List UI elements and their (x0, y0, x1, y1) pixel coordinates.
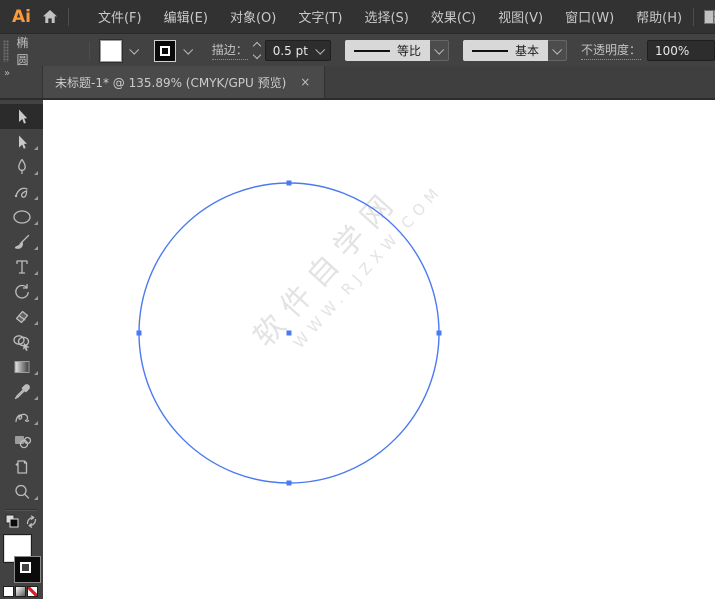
stroke-color-dropdown[interactable] (179, 41, 196, 60)
paintbrush-tool[interactable] (0, 229, 43, 254)
menu-item-edit[interactable]: 编辑(E) (153, 0, 219, 33)
stepper-up-icon (252, 41, 261, 51)
brush-definition-value: 基本 (514, 44, 539, 58)
opacity-label[interactable]: 不透明度： (580, 41, 641, 60)
chevron-cell (429, 40, 449, 61)
menu-item-view[interactable]: 视图(V) (487, 0, 554, 33)
rotate-tool[interactable] (0, 279, 43, 304)
menu-bar-items: 文件(F) 编辑(E) 对象(O) 文字(T) 选择(S) 效果(C) 视图(V) 窗口(W)… (87, 0, 693, 33)
color-mode-buttons (0, 586, 43, 597)
illustrator-window: Ai 文件(F) 编辑(E) 对象(O) 文字(T) 选择(S) 效果(C) 视图(V) 窗口… (0, 0, 715, 599)
direct-selection-tool[interactable] (0, 129, 43, 154)
document-tab-title: 未标题-1* @ 135.89% (CMYK/GPU 预览) (55, 75, 287, 90)
document-tab[interactable]: 未标题-1* @ 135.89% (CMYK/GPU 预览) × (43, 66, 326, 98)
menu-item-window[interactable]: 窗口(W) (554, 0, 625, 33)
fill-color-dropdown[interactable] (125, 41, 142, 60)
brush-definition-preview: 基本 (462, 40, 548, 61)
menu-separator (67, 7, 69, 26)
chevron-cell (547, 40, 567, 61)
pen-tool[interactable] (0, 154, 43, 179)
panel-grip-icon[interactable] (3, 39, 9, 62)
tab-bar: » 未标题-1* @ 135.89% (CMYK/GPU 预览) × (0, 66, 715, 100)
opacity-field[interactable]: 100% (647, 40, 715, 61)
menu-item-object[interactable]: 对象(O) (219, 0, 287, 33)
chevron-down-icon (315, 44, 326, 55)
fill-stroke-controls (0, 513, 43, 532)
gradient-tool[interactable] (0, 354, 43, 379)
anchor-point-center[interactable] (286, 330, 292, 336)
chevron-down-icon (434, 44, 445, 55)
collapse-panel-icon[interactable]: » (4, 69, 42, 79)
workspace-icon (704, 9, 715, 24)
stroke-weight-stepper[interactable] (252, 41, 261, 60)
fill-stroke-indicator (0, 535, 43, 582)
chevron-down-icon (182, 44, 193, 55)
close-icon[interactable]: × (298, 74, 312, 90)
separator (88, 41, 90, 60)
chevron-down-icon (128, 44, 139, 55)
anchor-point-right[interactable] (436, 330, 442, 336)
anchor-point-left[interactable] (136, 330, 142, 336)
swap-fill-stroke-icon[interactable] (25, 513, 38, 532)
blend-tool[interactable] (0, 429, 43, 454)
ai-logo-icon[interactable]: Ai (12, 7, 31, 27)
width-profile-dropdown[interactable]: 等比 (344, 40, 449, 61)
main-area: 软件自学网 WWW.RJZXW.COM (0, 100, 715, 599)
menu-item-type[interactable]: 文字(T) (287, 0, 353, 33)
eraser-tool[interactable] (0, 304, 43, 329)
ellipse-tool[interactable] (0, 204, 43, 229)
default-fill-stroke-icon[interactable] (5, 513, 19, 532)
chevron-down-icon (552, 44, 563, 55)
workspace-switcher[interactable] (693, 7, 715, 26)
menu-item-select[interactable]: 选择(S) (353, 0, 419, 33)
eyedropper-tool[interactable] (0, 379, 43, 404)
line-sample-icon (471, 49, 508, 52)
none-button[interactable] (27, 586, 38, 597)
width-profile-value: 等比 (396, 44, 421, 58)
tools-panel-header: » (0, 66, 43, 98)
shape-builder-tool[interactable] (0, 329, 43, 354)
anchor-point-top[interactable] (286, 180, 292, 186)
menu-bar: Ai 文件(F) 编辑(E) 对象(O) 文字(T) 选择(S) 效果(C) 视图(V) 窗口… (0, 0, 715, 33)
stroke-weight-label[interactable]: 描边： (211, 41, 248, 60)
menu-separator (693, 7, 695, 26)
menu-item-effect[interactable]: 效果(C) (420, 0, 487, 33)
control-bar: 椭圆 描边： 0.5 pt 等比 基本 不透明度： 100% (0, 33, 715, 67)
brush-definition-dropdown[interactable]: 基本 (462, 40, 567, 61)
curvature-tool[interactable] (0, 179, 43, 204)
home-icon[interactable] (42, 9, 58, 24)
stroke-swatch[interactable] (15, 557, 40, 582)
stepper-down-icon (252, 50, 261, 60)
width-profile-preview: 等比 (344, 40, 430, 61)
line-sample-icon (353, 49, 390, 52)
gradient-button[interactable] (15, 586, 26, 597)
stroke-weight-field[interactable]: 0.5 pt (264, 40, 331, 61)
artboard-tool[interactable] (0, 454, 43, 479)
menu-item-help[interactable]: 帮助(H) (625, 0, 693, 33)
anchor-point-bottom[interactable] (286, 480, 292, 486)
tools-panel (0, 100, 43, 599)
divider (6, 509, 37, 510)
stroke-color-swatch[interactable] (153, 39, 176, 62)
canvas[interactable]: 软件自学网 WWW.RJZXW.COM (43, 100, 715, 599)
type-tool[interactable] (0, 254, 43, 279)
selection-tool[interactable] (0, 104, 43, 129)
stroke-weight-value: 0.5 pt (272, 43, 308, 58)
context-label: 椭圆 (16, 35, 29, 67)
artwork-layer[interactable] (43, 100, 715, 599)
shaper-tool[interactable] (0, 404, 43, 429)
fill-color-swatch[interactable] (99, 39, 122, 62)
menu-item-file[interactable]: 文件(F) (87, 0, 153, 33)
color-button[interactable] (3, 586, 14, 597)
zoom-tool[interactable] (0, 479, 43, 504)
